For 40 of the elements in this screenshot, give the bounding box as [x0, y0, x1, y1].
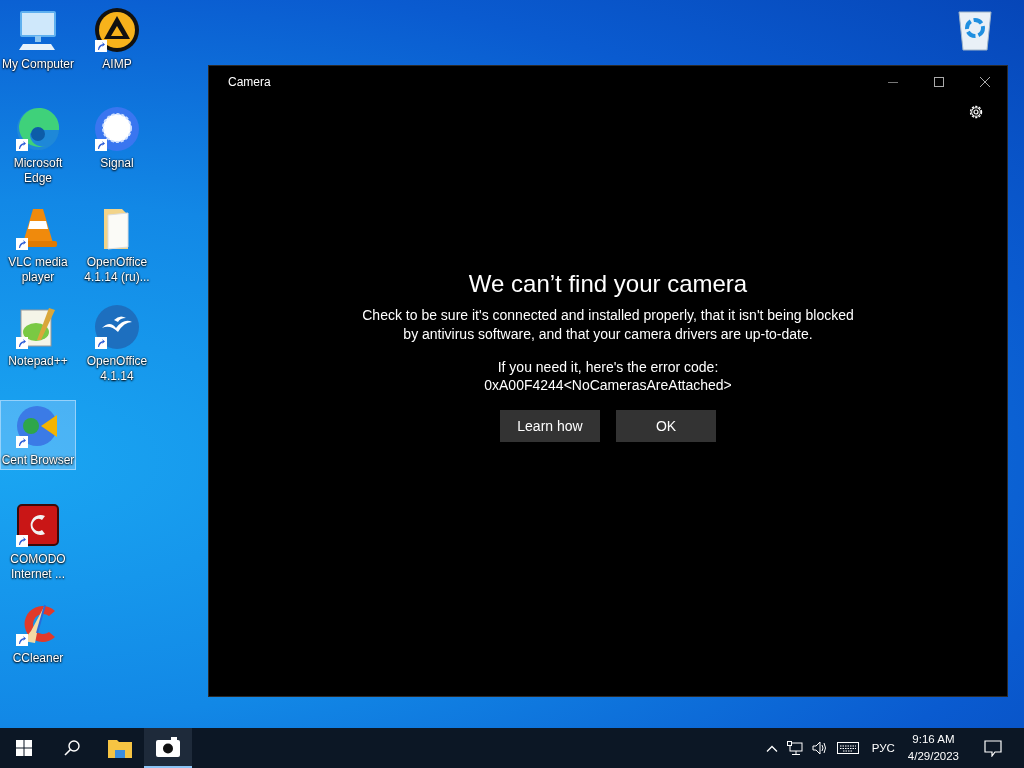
triangle-logo-icon	[94, 7, 140, 53]
desktop-icon[interactable]: Cent Browser	[0, 400, 76, 470]
error-code: 0xA00F4244<NoCamerasAreAttached>	[484, 376, 732, 394]
desktop-icon[interactable]: COMODO Internet ...	[0, 499, 76, 584]
error-message: Check to be sure it's connected and installed properly, that it isn't being blocked by antivirus software, and that your camera drivers are up-to-date.	[361, 306, 855, 344]
settings-icon[interactable]	[968, 104, 984, 120]
dialog-button[interactable]: OK	[616, 410, 716, 442]
folder-icon	[108, 738, 132, 758]
taskbar-app[interactable]	[144, 728, 192, 768]
search-icon	[64, 740, 80, 756]
desktop-icon[interactable]: Notepad++	[0, 301, 76, 371]
desktop-icon[interactable]: VLC media player	[0, 202, 76, 287]
desktop-icon[interactable]: AIMP	[79, 4, 155, 74]
input-language[interactable]: РУС	[871, 742, 895, 754]
window-title: Camera	[228, 75, 271, 89]
clock[interactable]: 9:16 AM 4/29/2023	[907, 731, 959, 765]
windows-logo-icon	[16, 740, 32, 756]
desktop-icon[interactable]: OpenOffice 4.1.14	[79, 301, 155, 386]
caret-up-icon[interactable]	[765, 744, 778, 752]
keyboard-icon[interactable]	[836, 742, 859, 754]
recycle-bin-icon[interactable]	[955, 8, 995, 52]
desktop-icon[interactable]: Microsoft Edge	[0, 103, 76, 188]
error-heading: We can’t find your camera	[468, 270, 748, 298]
notification-icon[interactable]	[984, 739, 1002, 757]
maximize-icon[interactable]	[934, 77, 944, 87]
desktop-icon[interactable]: My Computer	[0, 4, 76, 74]
minimize-icon[interactable]	[888, 81, 898, 83]
edge-icon	[15, 106, 61, 152]
network-icon[interactable]	[786, 740, 803, 756]
desktop-icon[interactable]: CCleaner	[0, 598, 76, 668]
dialog-button[interactable]: Learn how	[500, 410, 600, 442]
speaker-icon[interactable]	[811, 741, 828, 755]
shield-logo-icon	[15, 502, 61, 548]
chat-bubble-icon	[94, 106, 140, 152]
desktop-icon[interactable]: OpenOffice 4.1.14 (ru)...	[79, 202, 155, 287]
close-icon[interactable]	[980, 77, 990, 87]
camera-icon	[156, 737, 180, 757]
error-intro: If you need it, here's the error code:	[497, 358, 719, 376]
desktop-icon[interactable]: Signal	[79, 103, 155, 173]
seagulls-logo-icon	[94, 304, 140, 350]
